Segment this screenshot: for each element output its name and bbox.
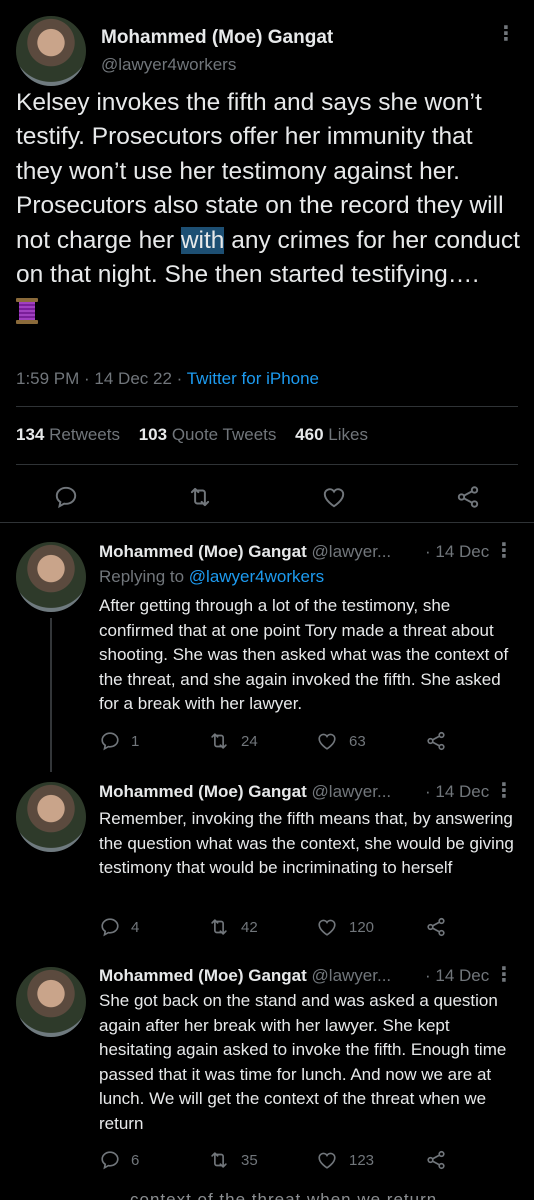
quote-tweets-stat[interactable]: 103 Quote Tweets (139, 425, 277, 444)
tweet-time: 1:59 PM (16, 369, 80, 388)
avatar[interactable] (16, 16, 86, 86)
engagement-stats: 134 Retweets 103 Quote Tweets 460 Likes (16, 425, 382, 445)
author-handle[interactable]: @lawyer... (312, 542, 392, 561)
reply-date[interactable]: · 14 Dec (425, 542, 489, 562)
more-icon[interactable]: ⋮ (496, 24, 516, 44)
tweet-text: Kelsey invokes the fifth and says she wo… (16, 86, 521, 327)
more-icon[interactable]: ⋮ (494, 541, 514, 561)
author-name[interactable]: Mohammed (Moe) Gangat (99, 542, 307, 561)
reply-tweet[interactable]: Mohammed (Moe) Gangat @lawyer... · 14 De… (0, 772, 534, 962)
highlighted-word: with (180, 226, 225, 254)
share-icon[interactable] (454, 484, 482, 510)
avatar[interactable] (16, 967, 86, 1037)
more-icon[interactable]: ⋮ (494, 965, 514, 985)
share-icon (427, 731, 445, 751)
avatar[interactable] (16, 782, 86, 852)
retweets-stat[interactable]: 134 Retweets (16, 425, 120, 444)
author-name[interactable]: Mohammed (Moe) Gangat (101, 27, 333, 49)
thread-connector (50, 618, 52, 772)
divider (16, 464, 518, 465)
retweet-button[interactable]: 42 (207, 915, 258, 939)
share-icon (427, 917, 445, 937)
reply-date[interactable]: · 14 Dec (425, 966, 489, 986)
tweet-date: 14 Dec 22 (94, 369, 172, 388)
like-icon[interactable] (320, 484, 348, 510)
cut-off-text: context of the threat when we return (130, 1190, 438, 1200)
reply-header: Mohammed (Moe) Gangat @lawyer... (99, 542, 391, 562)
likes-stat[interactable]: 460 Likes (295, 425, 368, 444)
retweet-icon (211, 1152, 227, 1168)
retweet-button[interactable]: 24 (207, 729, 258, 753)
avatar[interactable] (16, 542, 86, 612)
author-name[interactable]: Mohammed (Moe) Gangat (99, 966, 307, 985)
share-icon (427, 1150, 445, 1170)
like-icon (318, 1152, 336, 1169)
reply-action-bar: 1 24 63 (99, 729, 519, 753)
replying-to-handle[interactable]: @lawyer4workers (189, 567, 324, 586)
more-icon[interactable]: ⋮ (494, 781, 514, 801)
reply-icon[interactable] (53, 484, 79, 510)
reply-tweet[interactable]: Mohammed (Moe) Gangat @lawyer... · 14 De… (0, 962, 534, 1187)
reply-action-bar: 4 42 120 (99, 915, 519, 939)
like-button[interactable]: 123 (315, 1148, 374, 1172)
share-button[interactable] (424, 1148, 458, 1172)
main-tweet: Mohammed (Moe) Gangat @lawyer4workers ⋮ … (0, 0, 534, 522)
tweet-source-link[interactable]: Twitter for iPhone (187, 369, 319, 388)
author-handle[interactable]: @lawyer4workers (101, 55, 236, 75)
reply-icon (101, 732, 119, 751)
reply-text: After getting through a lot of the testi… (99, 596, 509, 714)
reply-text: She got back on the stand and was asked … (99, 991, 507, 1133)
author-handle[interactable]: @lawyer... (312, 966, 392, 985)
reply-date[interactable]: · 14 Dec (425, 782, 489, 802)
thread-spool-emoji (16, 297, 38, 324)
reply-button[interactable]: 1 (99, 729, 139, 753)
reply-header: Mohammed (Moe) Gangat @lawyer... (99, 782, 391, 802)
retweet-icon (211, 919, 227, 935)
reply-button[interactable]: 4 (99, 915, 139, 939)
reply-icon (101, 918, 119, 937)
author-handle[interactable]: @lawyer... (312, 782, 392, 801)
tweet-meta: 1:59 PM · 14 Dec 22 · Twitter for iPhone (16, 369, 320, 388)
reply-header: Mohammed (Moe) Gangat @lawyer... (99, 966, 391, 986)
reply-icon (101, 1151, 119, 1170)
reply-text: Remember, invoking the fifth means that,… (99, 809, 514, 878)
like-button[interactable]: 120 (315, 915, 374, 939)
like-icon (318, 919, 336, 936)
author-name[interactable]: Mohammed (Moe) Gangat (99, 782, 307, 801)
reply-button[interactable]: 6 (99, 1148, 139, 1172)
like-icon (318, 733, 336, 750)
like-button[interactable]: 63 (315, 729, 366, 753)
main-action-bar (0, 478, 534, 514)
reply-action-bar: 6 35 123 (99, 1148, 519, 1172)
retweet-button[interactable]: 35 (207, 1148, 258, 1172)
reply-tweet[interactable]: Mohammed (Moe) Gangat @lawyer... · 14 De… (0, 522, 534, 772)
retweet-icon[interactable] (186, 484, 214, 510)
share-button[interactable] (424, 729, 458, 753)
retweet-icon (211, 733, 227, 749)
replying-to: Replying to @lawyer4workers (99, 567, 325, 586)
divider (16, 406, 518, 407)
share-button[interactable] (424, 915, 458, 939)
